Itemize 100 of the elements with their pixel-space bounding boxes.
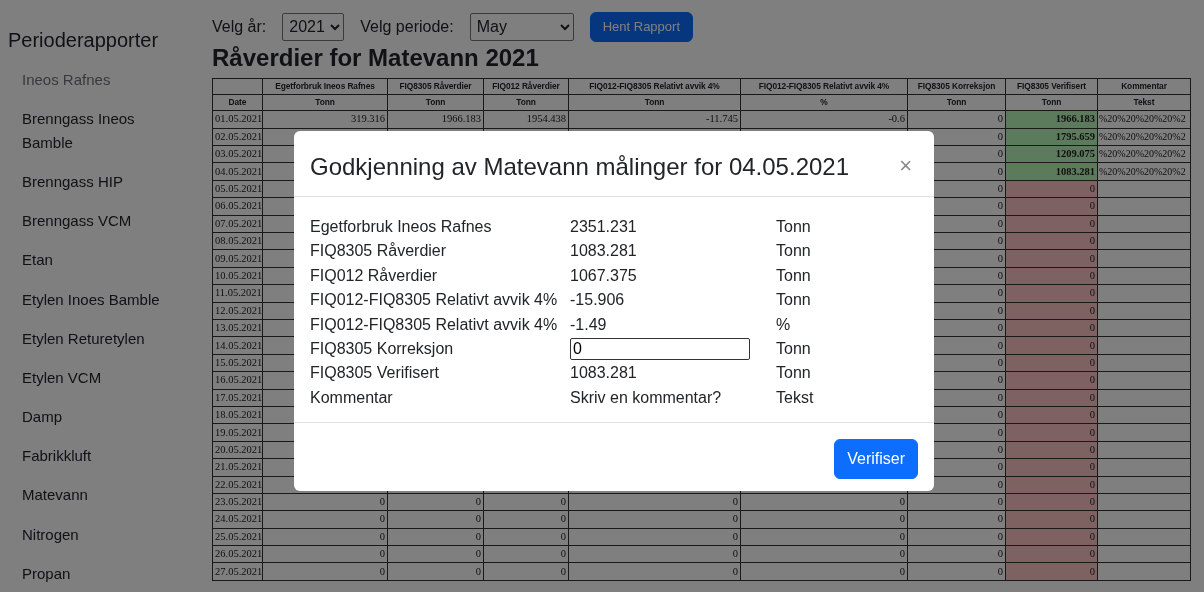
period-select[interactable]: May	[469, 12, 574, 41]
sidebar-title: Perioderapporter	[8, 28, 160, 52]
field-value: 1083.281	[570, 364, 637, 382]
table-cell: 0	[907, 110, 1006, 129]
table-cell: 0	[387, 510, 484, 529]
table-cell: 0	[740, 493, 908, 511]
table-cell: -0.6	[740, 110, 908, 129]
sidebar-link[interactable]: Damp	[8, 397, 200, 437]
table-cell: 0	[262, 545, 388, 563]
sidebar-link[interactable]: Etylen VCM	[8, 358, 200, 398]
modal-title: Godkjenning av Matevann målinger for 04.05.2021	[310, 153, 849, 182]
sidebar-link[interactable]: Etan	[8, 240, 200, 280]
table-cell: 0	[568, 545, 741, 563]
table-cell: 0	[483, 493, 569, 511]
table-cell: 16.05.2021	[212, 371, 263, 390]
table-cell: 0	[907, 545, 1006, 563]
sidebar-link[interactable]: Propan	[8, 554, 200, 592]
table-cell: 01.05.2021	[212, 110, 263, 129]
sidebar-link[interactable]: Brenngass Ineos Bamble	[8, 99, 200, 163]
year-label: Velg år:	[212, 16, 267, 37]
field-label: Kommentar	[310, 387, 394, 408]
table-cell: 19.05.2021	[212, 423, 263, 442]
column-header: FIQ012-FIQ8305 Relativt avvik 4%	[568, 78, 741, 95]
table-cell: 0	[483, 545, 569, 563]
unit-label: Tekst	[776, 387, 814, 408]
table-cell: 0	[740, 562, 908, 581]
field-label: Egetforbruk Ineos Rafnes	[310, 217, 493, 237]
field-value: Skriv en kommentar?	[570, 388, 722, 406]
table-cell: 0	[740, 510, 908, 529]
table-cell: 0	[262, 510, 388, 529]
period-label: Velg periode:	[360, 16, 454, 37]
table-cell: 02.05.2021	[212, 128, 263, 146]
year-select[interactable]: 2021	[282, 12, 345, 41]
table-cell: 1966.183	[387, 110, 484, 129]
table-cell: 03.05.2021	[212, 145, 263, 163]
table-cell: 24.05.2021	[212, 510, 263, 529]
number-input[interactable]: 0	[570, 337, 750, 360]
table-cell: 20.05.2021	[212, 441, 263, 459]
table-cell: 0	[387, 493, 484, 511]
table-cell: 13.05.2021	[212, 319, 263, 337]
field-label: FIQ012 Råverdier	[310, 265, 439, 286]
table-cell: 0	[907, 510, 1006, 529]
table-cell: %20%20%20%20%2	[1097, 128, 1191, 146]
column-header: Kommentar	[1097, 78, 1191, 95]
sidebar-link[interactable]: Matevann	[8, 475, 200, 516]
sidebar-link[interactable]: Brenngass VCM	[8, 201, 200, 241]
table-cell: 27.05.2021	[212, 562, 263, 581]
table-cell: %20%20%20%20%2	[1097, 162, 1191, 181]
table-cell: 0	[740, 545, 908, 563]
sidebar-link[interactable]: Etylen Inoes Bamble	[8, 279, 200, 320]
table-cell: 12.05.2021	[212, 302, 263, 320]
column-header: FIQ8305 Verifisert	[1005, 78, 1098, 95]
sidebar-link[interactable]: Brenngass HIP	[8, 162, 200, 202]
unit-label: Tonn	[776, 265, 811, 286]
sidebar-link[interactable]: Nitrogen	[8, 515, 200, 555]
table-cell: 0	[907, 562, 1006, 581]
column-header: FIQ8305 Råverdier	[387, 78, 484, 95]
column-header: FIQ012-FIQ8305 Relativt avvik 4%	[740, 78, 908, 95]
sidebar-link[interactable]: Fabrikkluft	[8, 436, 200, 476]
table-cell: 0	[483, 528, 569, 546]
table-cell: 319.316	[262, 110, 388, 129]
table-cell: 05.05.2021	[212, 180, 263, 198]
verify-button[interactable]: Verifiser	[834, 438, 918, 479]
table-cell: 0	[568, 493, 741, 511]
field-value: -1.49	[570, 315, 607, 333]
page-heading: Råverdier for Matevann 2021	[212, 43, 540, 73]
sidebar-link[interactable]: Etylen Returetylen	[8, 319, 200, 359]
field-label: FIQ8305 Råverdier	[310, 241, 448, 262]
table-cell: 04.05.2021	[212, 162, 263, 181]
table-cell: 21.05.2021	[212, 458, 263, 476]
field-value: 2351.231	[570, 218, 637, 235]
table-cell: -11.745	[568, 110, 741, 129]
table-cell: 0	[483, 510, 569, 529]
field-label: FIQ012-FIQ8305 Relativt avvik 4%	[310, 290, 559, 311]
unit-label: Tonn	[776, 363, 811, 384]
table-cell: 0	[387, 562, 484, 581]
table-cell: 0	[262, 528, 388, 546]
unit-label: Tonn	[776, 290, 811, 311]
unit-label: Tonn	[776, 338, 811, 359]
table-cell: 07.05.2021	[212, 215, 263, 233]
field-value: -15.906	[570, 291, 625, 309]
table-cell: 11.05.2021	[212, 284, 263, 303]
table-cell: 06.05.2021	[212, 197, 263, 216]
unit-label: Tonn	[776, 241, 811, 262]
table-cell: 0	[483, 562, 569, 581]
table-cell: 0	[907, 493, 1006, 511]
table-cell: 17.05.2021	[212, 389, 263, 407]
table-cell: 0	[740, 528, 908, 546]
fetch-report-button[interactable]: Hent Rapport	[589, 12, 693, 42]
table-cell: 0	[262, 493, 388, 511]
table-cell: %20%20%20%20%2	[1097, 110, 1191, 129]
table-cell: 08.05.2021	[212, 232, 263, 250]
table-cell: %20%20%20%20%2	[1097, 145, 1191, 163]
column-header: Egetforbruk Ineos Rafnes	[262, 78, 388, 95]
field-label: FIQ8305 Korreksjon	[310, 338, 455, 359]
table-cell: 0	[568, 528, 741, 546]
field-label: FIQ8305 Verifisert	[310, 363, 440, 384]
table-cell: 0	[907, 528, 1006, 546]
table-cell: 22.05.2021	[212, 476, 263, 494]
column-header: FIQ8305 Korreksjon	[907, 78, 1006, 95]
